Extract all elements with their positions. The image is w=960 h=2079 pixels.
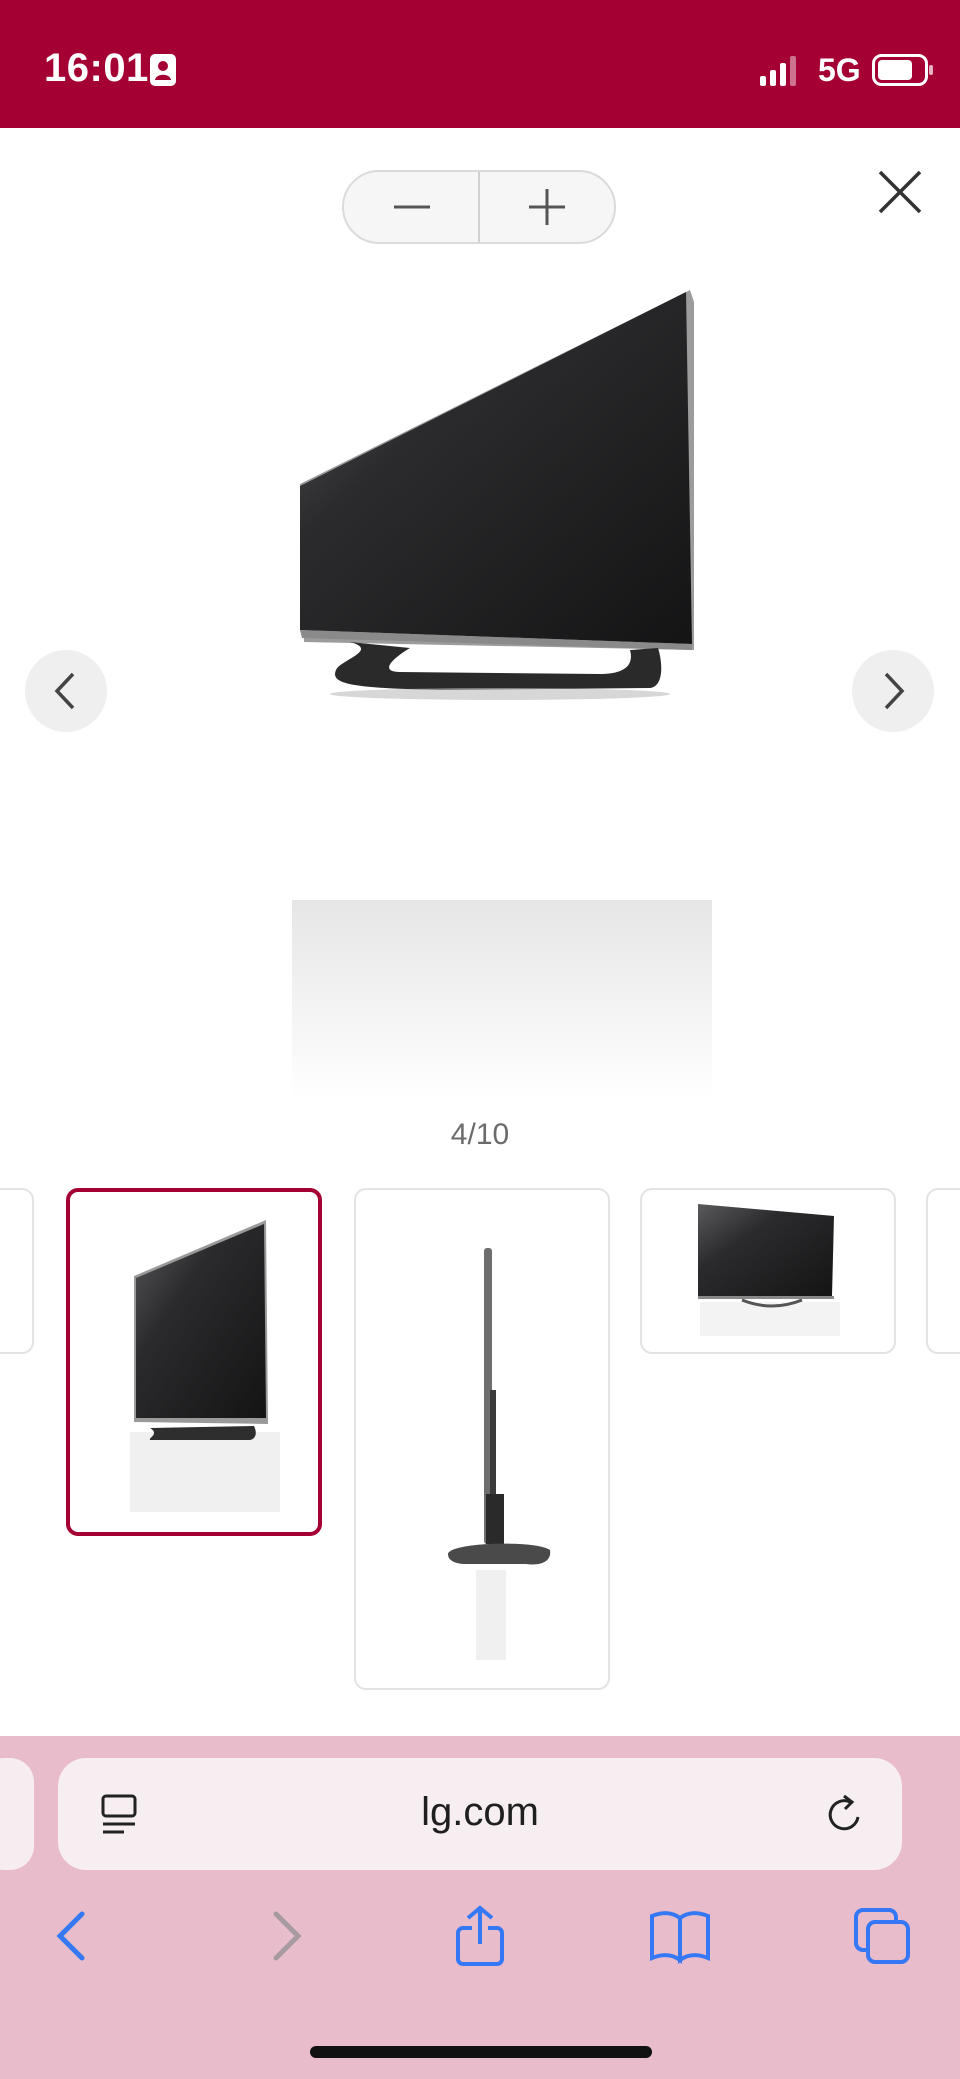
address-bar[interactable]: lg.com	[58, 1758, 902, 1870]
zoom-control	[342, 170, 616, 244]
thumbnail-side-view[interactable]	[354, 1188, 610, 1690]
previous-image-button[interactable]	[25, 650, 107, 732]
zoom-out-button[interactable]	[344, 172, 479, 242]
thumbnail-side-image	[448, 1248, 551, 1660]
bookmarks-button[interactable]	[648, 1904, 712, 1968]
tabs-button[interactable]	[850, 1904, 914, 1968]
previous-tab-preview[interactable]	[0, 1758, 34, 1870]
home-indicator	[310, 2046, 652, 2058]
reload-icon[interactable]	[824, 1792, 868, 1838]
plus-icon	[528, 189, 565, 225]
back-button[interactable]	[44, 1904, 108, 1968]
image-counter: 4/10	[450, 1118, 510, 1151]
thumbnail-partial-right[interactable]	[926, 1188, 960, 1354]
chevron-right-icon	[884, 672, 905, 710]
url-text: lg.com	[421, 1790, 539, 1834]
share-button[interactable]	[448, 1904, 512, 1968]
network-type: 5G	[818, 52, 861, 88]
chevron-left-icon	[54, 672, 75, 710]
contact-card-icon	[150, 54, 176, 86]
product-main-image	[292, 290, 712, 1100]
zoom-in-button[interactable]	[479, 172, 614, 242]
thumbnail-front-image	[698, 1204, 840, 1336]
thumbnail-angle-view[interactable]	[66, 1188, 322, 1536]
status-bar: 16:01 5G	[0, 0, 960, 128]
minus-icon	[393, 205, 430, 209]
forward-button[interactable]	[250, 1904, 314, 1968]
browser-toolbar-area: lg.com	[0, 1736, 960, 2079]
thumbnail-partial-left[interactable]	[0, 1188, 34, 1354]
cellular-signal-icon	[760, 56, 796, 86]
next-image-button[interactable]	[852, 650, 934, 732]
thumbnail-angle-image	[130, 1220, 280, 1512]
thumbnail-front-view[interactable]	[640, 1188, 896, 1354]
status-time: 16:01	[44, 46, 149, 90]
battery-icon	[872, 54, 933, 86]
close-button[interactable]	[872, 164, 928, 220]
